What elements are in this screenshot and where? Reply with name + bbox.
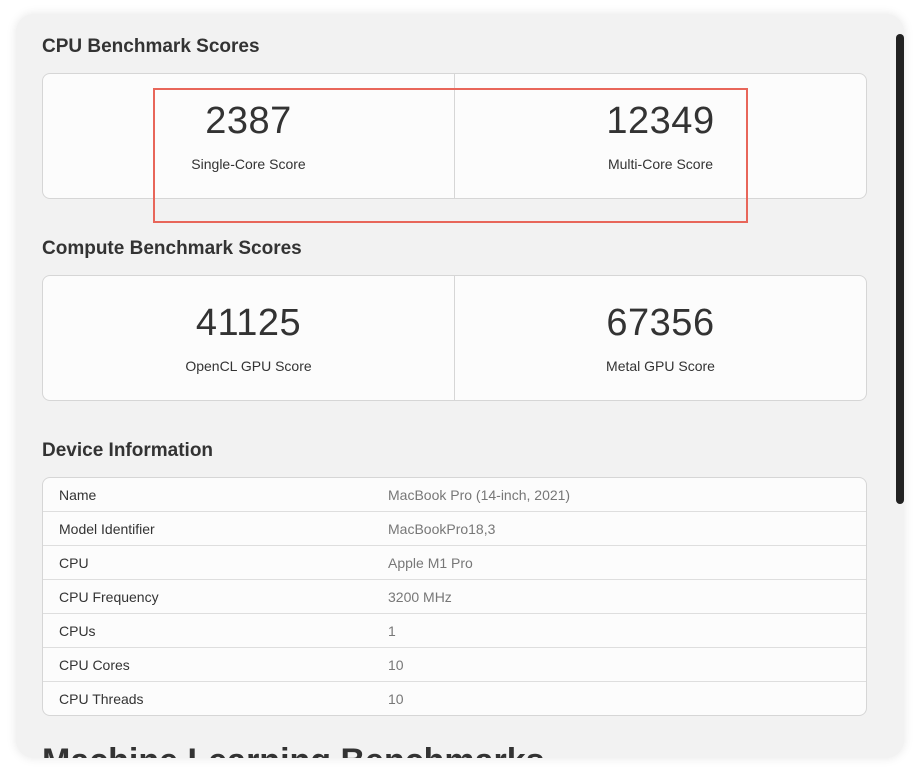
compute-score-card: 41125 OpenCL GPU Score 67356 Metal GPU S… — [42, 275, 867, 401]
table-row: Name MacBook Pro (14-inch, 2021) — [43, 478, 866, 511]
row-key: CPUs — [59, 622, 96, 639]
vertical-scrollbar[interactable] — [896, 34, 904, 504]
table-row: CPU Threads 10 — [43, 681, 866, 715]
opencl-cell: 41125 OpenCL GPU Score — [43, 276, 454, 400]
next-section-title-partial: Machine Learning Benchmarks — [42, 742, 545, 758]
row-value: MacBook Pro (14-inch, 2021) — [388, 486, 571, 503]
metal-score-value: 67356 — [606, 302, 715, 344]
compute-section-title: Compute Benchmark Scores — [42, 238, 302, 259]
table-row: Model Identifier MacBookPro18,3 — [43, 511, 866, 545]
cpu-section-title: CPU Benchmark Scores — [42, 36, 260, 57]
table-row: CPU Cores 10 — [43, 647, 866, 681]
row-value: 3200 MHz — [388, 588, 452, 605]
table-row: CPU Frequency 3200 MHz — [43, 579, 866, 613]
highlight-annotation-box — [153, 88, 748, 223]
row-value: MacBookPro18,3 — [388, 520, 496, 537]
metal-cell: 67356 Metal GPU Score — [454, 276, 866, 400]
device-section-title: Device Information — [42, 440, 214, 461]
row-key: CPU Cores — [59, 656, 130, 673]
table-row: CPUs 1 — [43, 613, 866, 647]
opencl-score-value: 41125 — [195, 302, 302, 344]
opencl-score-label: OpenCL GPU Score — [185, 358, 312, 374]
row-value: 1 — [388, 622, 396, 639]
row-value: 10 — [388, 656, 404, 673]
row-key: CPU Frequency — [59, 588, 159, 605]
row-key: CPU Threads — [59, 690, 144, 707]
table-row: CPU Apple M1 Pro — [43, 545, 866, 579]
row-value: 10 — [388, 690, 404, 707]
benchmark-window: CPU Benchmark Scores 2387 Single-Core Sc… — [16, 14, 904, 758]
device-info-table: Name MacBook Pro (14-inch, 2021) Model I… — [42, 477, 867, 716]
row-key: CPU — [59, 554, 89, 571]
row-key: Model Identifier — [59, 520, 155, 537]
row-key: Name — [59, 486, 97, 503]
row-value: Apple M1 Pro — [388, 554, 473, 571]
metal-score-label: Metal GPU Score — [606, 358, 715, 374]
